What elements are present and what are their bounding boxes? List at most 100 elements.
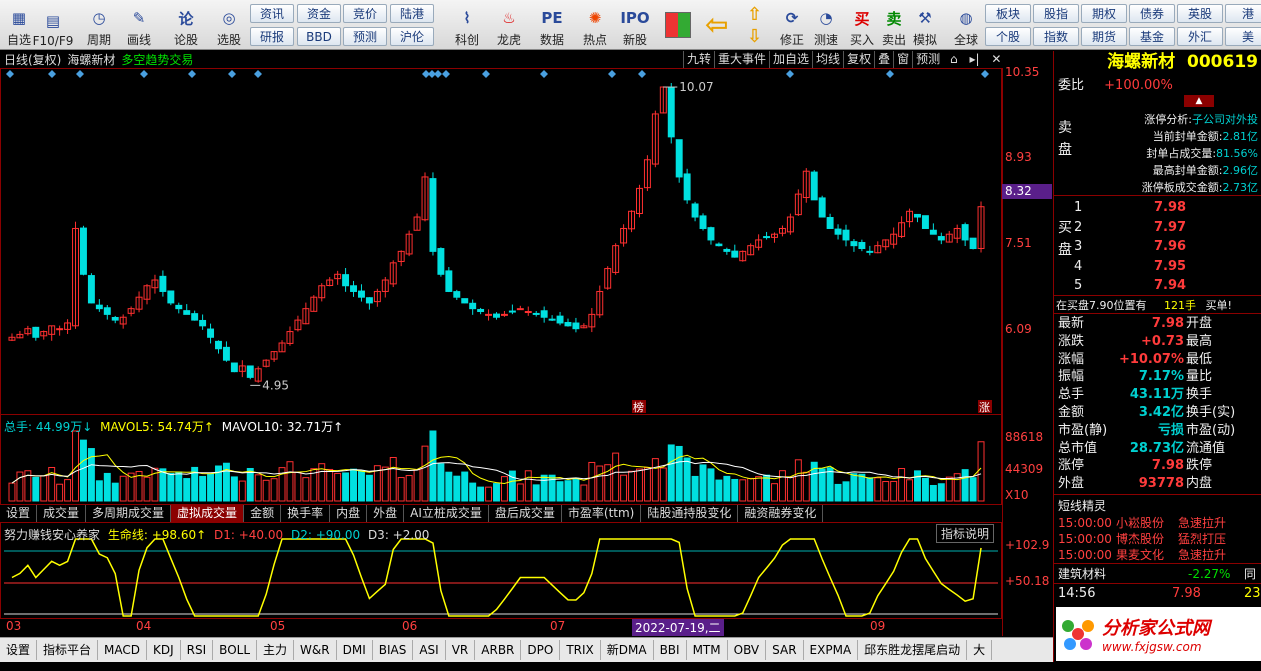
color-grid-icon[interactable]: [665, 12, 691, 38]
clock-button[interactable]: ◷ 周期: [80, 2, 118, 48]
toolbar-tab[interactable]: 指数: [1033, 27, 1079, 46]
indicator-tab[interactable]: TRIX: [560, 640, 601, 660]
indicator-tab[interactable]: DPO: [521, 640, 561, 660]
toolbar-tab[interactable]: 板块: [985, 4, 1031, 23]
dragon-button[interactable]: ♨ 龙虎: [490, 2, 528, 48]
elf-row[interactable]: 15:00:00 小崧股份 急速拉升: [1054, 515, 1261, 531]
toolbar-tab[interactable]: 资讯: [250, 4, 294, 23]
toolbar-tab[interactable]: 竞价: [343, 4, 387, 23]
volume-tab[interactable]: 金额: [244, 505, 282, 522]
event-diamond-icon[interactable]: [6, 70, 14, 78]
event-diamond-icon[interactable]: [48, 70, 56, 78]
indicator-tab[interactable]: 指标平台: [37, 640, 99, 660]
event-diamond-icon[interactable]: [608, 70, 616, 78]
toolbar-tab[interactable]: 港: [1225, 4, 1261, 23]
discuss-button[interactable]: 论论股: [167, 2, 205, 48]
hot-button[interactable]: ✺ 热点: [576, 2, 614, 48]
left-arrow-icon[interactable]: ⇦: [705, 8, 728, 41]
indicator-tab[interactable]: OBV: [728, 640, 767, 660]
toolbar-tab[interactable]: 期权: [1081, 4, 1127, 23]
event-diamond-icon[interactable]: [981, 70, 989, 78]
toolbar-tab[interactable]: 陆港: [390, 4, 434, 23]
bid-row[interactable]: 2 7.97: [1074, 218, 1260, 238]
toolbar-tab[interactable]: 沪伦: [390, 27, 434, 46]
elf-row[interactable]: 15:00:00 博杰股份 猛烈打压: [1054, 531, 1261, 547]
f10-button[interactable]: ▤ F10/F9: [33, 2, 74, 48]
bid-row[interactable]: 3 7.96: [1074, 237, 1260, 257]
indicator-explain-button[interactable]: 指标说明: [935, 524, 994, 543]
indicator-tab[interactable]: DMI: [337, 640, 373, 660]
price-chart[interactable]: 10.07 4.95 榜 涨: [0, 51, 1053, 671]
event-diamond-icon[interactable]: [786, 70, 794, 78]
toolbar-tab[interactable]: 英股: [1177, 4, 1223, 23]
event-diamond-icon[interactable]: [254, 70, 262, 78]
volume-tab[interactable]: 设置: [0, 505, 38, 522]
volume-tab[interactable]: 市盈率(ttm): [562, 505, 642, 522]
toolbar-tab[interactable]: 债券: [1129, 4, 1175, 23]
toolbar-tab[interactable]: 预测: [343, 27, 387, 46]
volume-tab[interactable]: 内盘: [330, 505, 368, 522]
indicator-tab[interactable]: MTM: [687, 640, 728, 660]
indicator-tab[interactable]: ARBR: [475, 640, 522, 660]
toolbar-tab[interactable]: 基金: [1129, 27, 1175, 46]
indicator-tab[interactable]: W&R: [294, 640, 337, 660]
volume-tab[interactable]: 虚拟成交量: [171, 505, 245, 522]
indicator-tab[interactable]: BIAS: [373, 640, 414, 660]
indicator-tab[interactable]: 大: [967, 640, 993, 660]
ipo-button[interactable]: IPO 新股: [616, 2, 654, 48]
event-diamond-icon[interactable]: [188, 70, 196, 78]
toolbar-tab[interactable]: 个股: [985, 27, 1031, 46]
indicator-tab[interactable]: VR: [446, 640, 476, 660]
event-diamond-icon[interactable]: [638, 70, 646, 78]
toolbar-tab[interactable]: 研报: [250, 27, 294, 46]
up-arrow-icon[interactable]: ⇧: [747, 4, 762, 25]
indicator-tab[interactable]: ASI: [413, 640, 446, 660]
hammer-button[interactable]: ⚒ 模拟: [906, 2, 944, 48]
down-arrow-icon[interactable]: ⇩: [747, 26, 762, 47]
volume-tab[interactable]: 融资融券变化: [738, 505, 824, 522]
toolbar-tab[interactable]: 外汇: [1177, 27, 1223, 46]
event-diamond-icon[interactable]: [228, 70, 236, 78]
elf-row[interactable]: 15:00:00 果麦文化 急速拉升: [1054, 547, 1261, 563]
indicator-tab[interactable]: 设置: [0, 640, 38, 660]
bid-row[interactable]: 5 7.94: [1074, 276, 1260, 296]
indicator-tab[interactable]: BBI: [654, 640, 687, 660]
event-diamond-icon[interactable]: [482, 70, 490, 78]
indicator-tab[interactable]: EXPMA: [804, 640, 859, 660]
expand-arrow-icon[interactable]: ▲: [1184, 95, 1214, 107]
indicator-tab[interactable]: 新DMA: [601, 640, 654, 660]
kechuang-button[interactable]: ⌇ 科创: [448, 2, 486, 48]
toolbar-tab[interactable]: 期货: [1081, 27, 1127, 46]
indicator-tab[interactable]: KDJ: [147, 640, 181, 660]
indicator-tab[interactable]: BOLL: [213, 640, 258, 660]
event-diamond-icon[interactable]: [540, 70, 548, 78]
revise-button[interactable]: ⟳ 修正: [773, 2, 811, 48]
volume-tab[interactable]: 外盘: [367, 505, 405, 522]
sector-row[interactable]: 建筑材料 -2.27% 同: [1054, 565, 1261, 583]
event-diamond-icon[interactable]: [76, 70, 84, 78]
volume-tab[interactable]: 换手率: [281, 505, 331, 522]
volume-tab[interactable]: 盘后成交量: [489, 505, 562, 522]
speed-button[interactable]: ◔ 测速: [807, 2, 845, 48]
pencil-button[interactable]: ✎ 画线: [120, 2, 158, 48]
volume-tab[interactable]: AI立桩成交量: [404, 505, 489, 522]
toolbar-tab[interactable]: 资金: [297, 4, 341, 23]
indicator-tab[interactable]: 主力: [257, 640, 295, 660]
event-diamond-icon[interactable]: [140, 70, 148, 78]
toolbar-tab[interactable]: 美: [1225, 27, 1261, 46]
indicator-tab[interactable]: 邱东胜龙摆尾启动: [858, 640, 968, 660]
event-diamond-icon[interactable]: [886, 70, 894, 78]
select-button[interactable]: ◎ 选股: [210, 2, 248, 48]
indicator-tab[interactable]: SAR: [766, 640, 804, 660]
event-diamond-icon[interactable]: [442, 70, 450, 78]
bid-row[interactable]: 4 7.95: [1074, 257, 1260, 277]
toolbar-tab[interactable]: BBD: [297, 27, 341, 46]
bid-row[interactable]: 1 7.98: [1074, 198, 1260, 218]
volume-tab[interactable]: 陆股通持股变化: [641, 505, 739, 522]
indicator-tab[interactable]: MACD: [98, 640, 148, 660]
data-button[interactable]: PE 数据: [533, 2, 571, 48]
indicator-tab[interactable]: RSI: [181, 640, 214, 660]
volume-tab[interactable]: 成交量: [37, 505, 87, 522]
globe-button[interactable]: ◍ 全球: [947, 2, 985, 48]
toolbar-tab[interactable]: 股指: [1033, 4, 1079, 23]
